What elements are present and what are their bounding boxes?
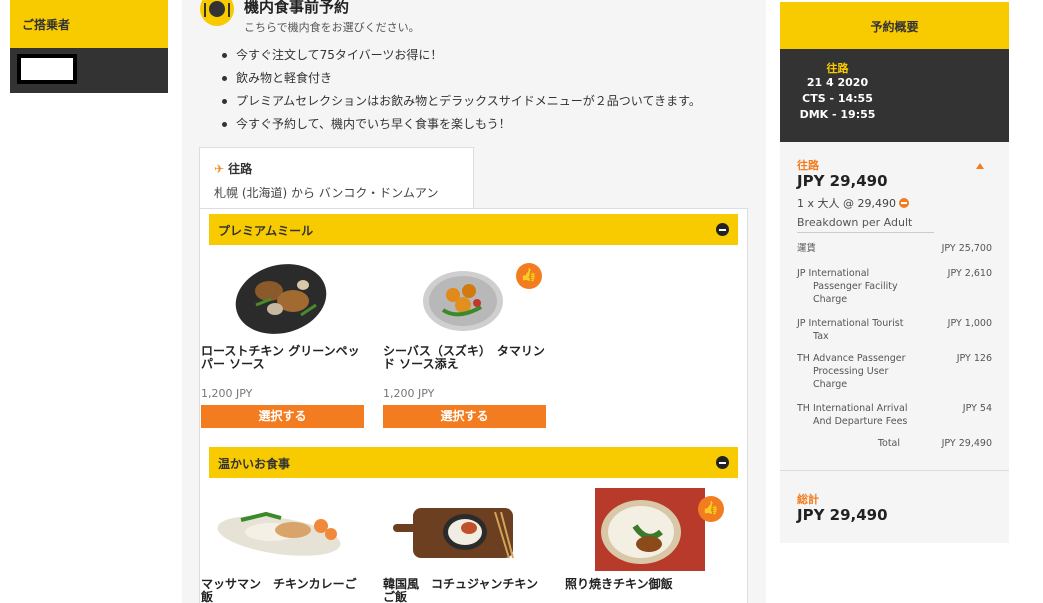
fee-label: TH International Arrival — [797, 403, 908, 414]
meal-name: 照り焼きチキン御飯 — [565, 577, 673, 591]
summary-flight-info: 往路 21 4 2020 CTS - 14:55 DMK - 19:55 — [780, 49, 1009, 142]
collapse-icon[interactable] — [716, 223, 729, 236]
booking-summary: 予約概要 往路 21 4 2020 CTS - 14:55 DMK - 19:5… — [780, 2, 1009, 543]
flight-route: 札幌 (北海道) から バンコク・ドンムアン — [214, 186, 439, 200]
category-label: 温かいお食事 — [218, 457, 291, 471]
fee-amount: JPY 25,700 — [941, 243, 992, 254]
fee-label-cont: Processing User Charge — [813, 366, 889, 390]
fee-label: JP International Tourist — [797, 318, 904, 329]
meal-name: シーバス（スズキ） タマリンド ソース添え — [383, 344, 545, 371]
fee-label-cont: And Departure Fees — [813, 416, 908, 427]
benefit-item: 今すぐ注文して75タイバーツお得に！ — [222, 44, 701, 67]
passenger-panel: ご搭乗者 — [10, 0, 168, 93]
fee-label: 運賃 — [797, 243, 817, 254]
fee-amount: JPY 2,610 — [947, 268, 992, 279]
meal-price: 1,200 JPY — [201, 387, 253, 400]
breakdown-label: Breakdown per Adult — [797, 216, 934, 233]
meal-section: 機内食事前予約 こちらで機内食をお選びください。 今すぐ注文して75タイバーツお… — [182, 0, 766, 603]
collapse-icon[interactable] — [716, 456, 729, 469]
summary-passenger-line: 1 x 大人 @ 29,490 — [797, 195, 909, 211]
meal-image — [383, 488, 546, 571]
summary-header: 予約概要 — [780, 2, 1009, 49]
summary-flight-date: 21 4 2020 — [806, 76, 869, 89]
meal-image — [201, 488, 364, 571]
summary-direction: 往路 — [797, 159, 819, 172]
summary-departure: CTS - 14:55 — [802, 92, 873, 105]
fee-amount: JPY 1,000 — [947, 318, 992, 329]
category-bar-premium[interactable]: プレミアムミール — [209, 214, 738, 245]
category-bar-hot-meals[interactable]: 温かいお食事 — [209, 447, 738, 478]
summary-divider — [780, 470, 1009, 471]
select-meal-button[interactable]: 選択する — [383, 405, 546, 428]
fee-label: TH Advance Passenger — [797, 353, 906, 364]
fee-amount: JPY 54 — [962, 403, 992, 414]
fee-label-cont: Passenger Facility Charge — [813, 281, 898, 305]
fee-amount: JPY 126 — [956, 353, 992, 364]
fee-total-label: Total — [877, 438, 900, 449]
flight-tab-outbound[interactable]: ✈ 往路 札幌 (北海道) から バンコク・ドンムアン — [199, 147, 474, 210]
meal-name: ローストチキン グリーンペッパー ソース — [201, 344, 360, 371]
summary-arrival: DMK - 19:55 — [799, 108, 876, 121]
grand-total-amount: JPY 29,490 — [797, 506, 888, 524]
meal-name: マッサマン チキンカレーご飯 — [201, 577, 357, 603]
meal-menu-panel: プレミアムミール ローストチキン グリーンペッパー ソース 1,200 JPY … — [199, 208, 748, 603]
benefit-item: プレミアムセレクションはお飲み物とデラックスサイドメニューが２品ついてきます。 — [222, 90, 701, 113]
fee-total-amount: JPY 29,490 — [941, 438, 992, 449]
section-subtitle: こちらで機内食をお選びください。 — [244, 21, 420, 34]
meal-name: 韓国風 コチュジャンチキンご飯 — [383, 577, 539, 603]
plane-icon: ✈ — [214, 162, 225, 176]
passenger-header: ご搭乗者 — [10, 0, 168, 48]
passenger-name-redacted — [17, 54, 77, 84]
meal-icon — [200, 0, 234, 26]
benefit-item: 飲み物と軽食付き — [222, 67, 701, 90]
flight-direction: 往路 — [228, 162, 253, 176]
meal-price: 1,200 JPY — [383, 387, 435, 400]
passenger-name-area — [10, 48, 168, 93]
caret-up-icon[interactable] — [976, 163, 984, 169]
meal-image — [201, 255, 364, 338]
fee-label-cont: Tax — [813, 331, 829, 342]
summary-flight-direction: 往路 — [826, 62, 849, 75]
thumbs-up-icon: 👍 — [698, 496, 724, 522]
category-label: プレミアムミール — [218, 224, 314, 238]
select-meal-button[interactable]: 選択する — [201, 405, 364, 428]
minus-icon[interactable] — [898, 198, 909, 208]
summary-pax-text: 1 x 大人 @ 29,490 — [797, 197, 896, 210]
benefit-list: 今すぐ注文して75タイバーツお得に！ 飲み物と軽食付き プレミアムセレクションは… — [222, 44, 701, 136]
grand-total-label: 総計 — [797, 493, 819, 506]
section-title: 機内食事前予約 — [244, 0, 350, 16]
fee-label: JP International — [797, 268, 870, 279]
summary-leg-total: JPY 29,490 — [797, 172, 888, 190]
benefit-item: 今すぐ予約して、機内でいち早く食事を楽しもう！ — [222, 113, 701, 136]
thumbs-up-icon: 👍 — [516, 263, 542, 289]
